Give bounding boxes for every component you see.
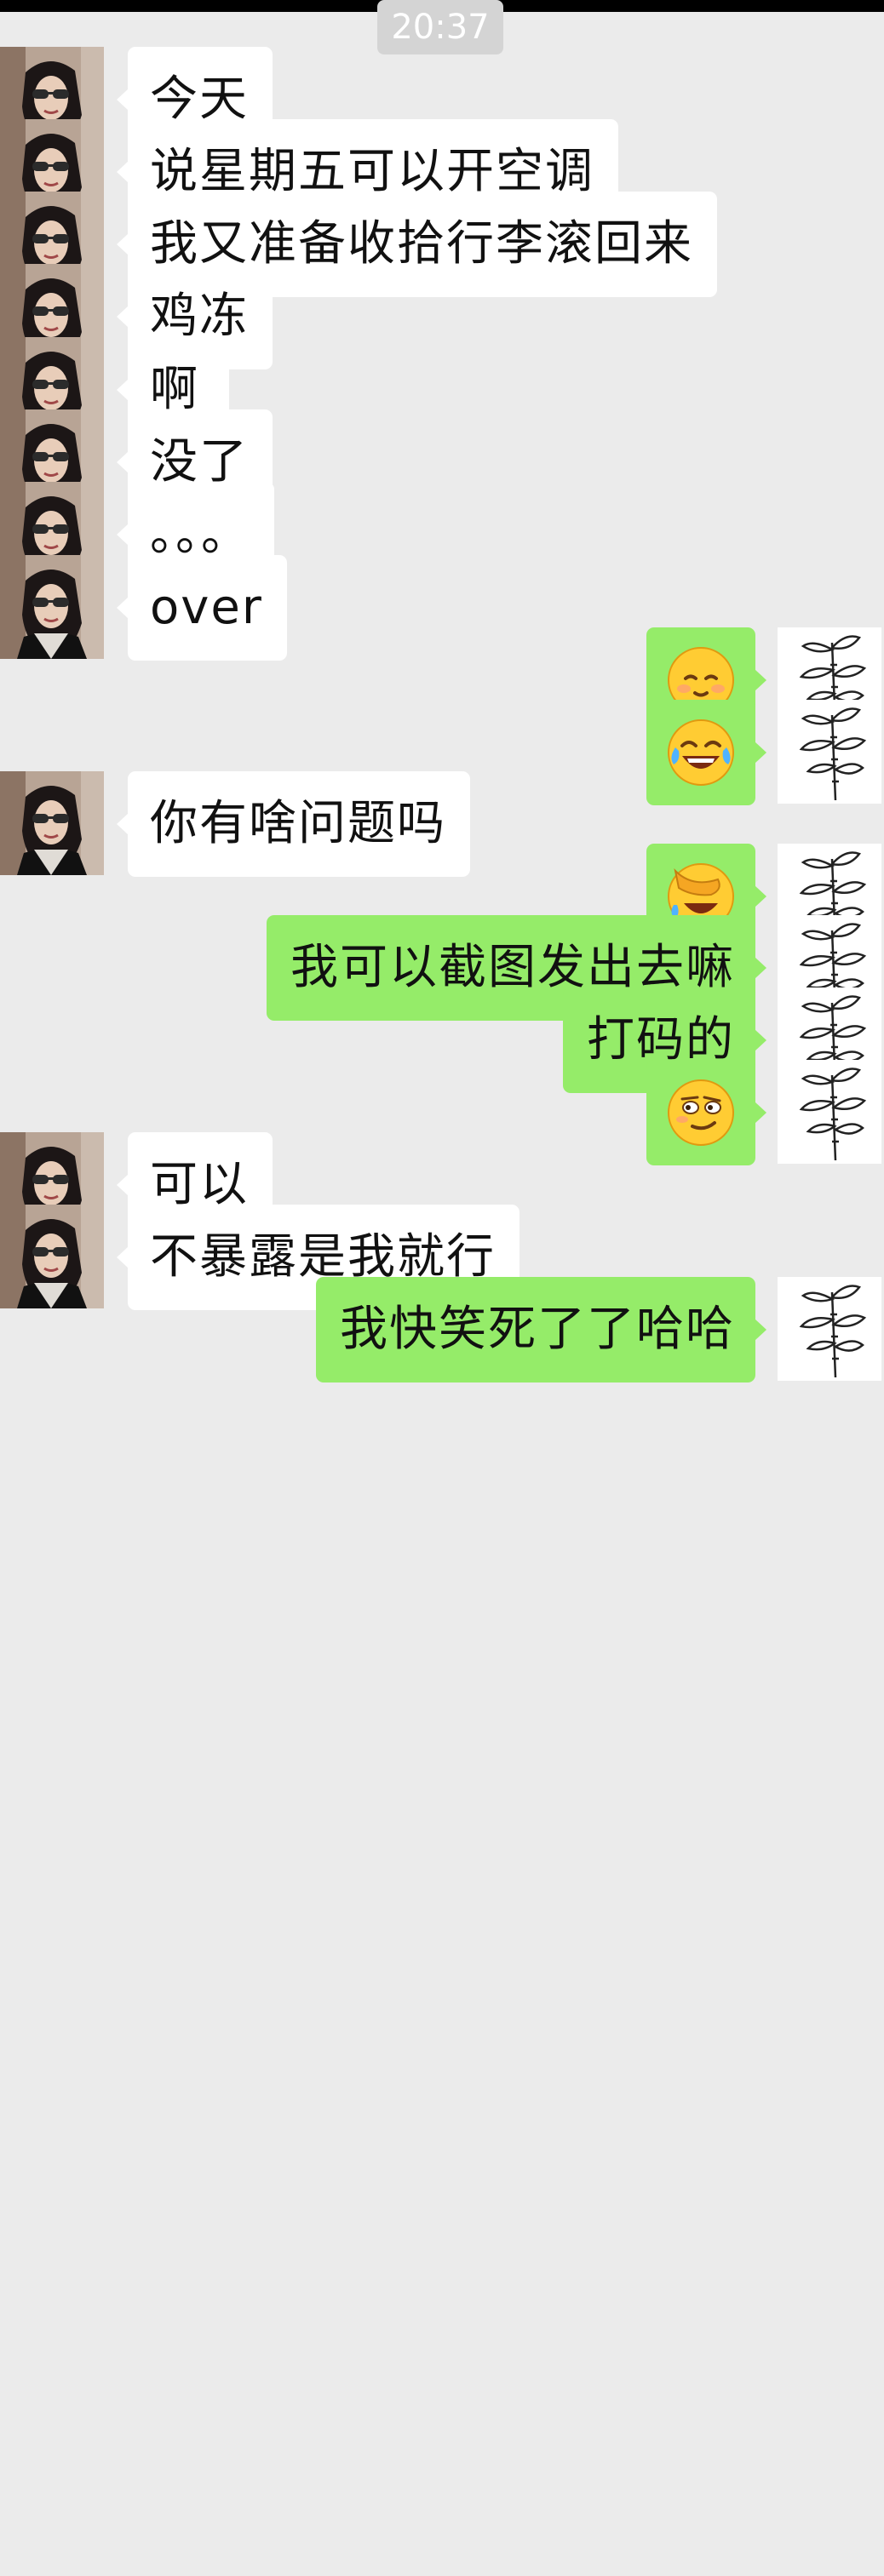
- message-text: 鸡冻: [150, 289, 249, 344]
- my-avatar[interactable]: [778, 1277, 881, 1381]
- message-bubble[interactable]: 我快笑死了了哈哈: [316, 1277, 766, 1382]
- outgoing-message: 我快笑死了了哈哈: [0, 1277, 884, 1388]
- message-text: 我快笑死了了哈哈: [340, 1302, 735, 1357]
- message-text: 。。。: [150, 507, 250, 562]
